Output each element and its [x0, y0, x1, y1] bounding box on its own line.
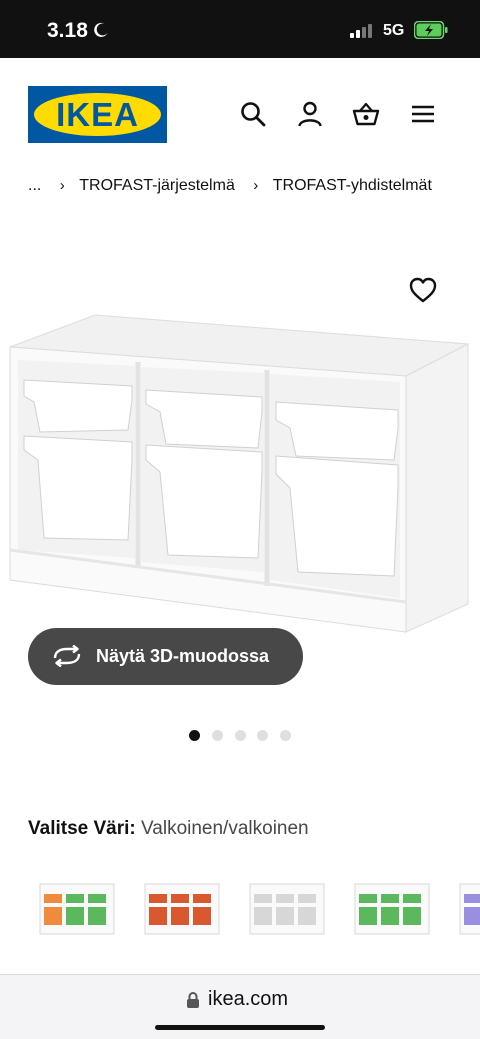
swatch-bin	[381, 894, 399, 903]
menu-icon[interactable]	[409, 100, 437, 128]
chevron-right-icon: ›	[253, 177, 259, 194]
basket-icon[interactable]	[352, 100, 380, 128]
color-heading-label: Valitse Väri:	[28, 818, 136, 839]
swatch-bin	[359, 894, 377, 903]
breadcrumb-item-trofast-yhdistelmat[interactable]: TROFAST-yhdistelmät	[273, 177, 432, 195]
color-swatch[interactable]	[248, 880, 326, 940]
swatch-bin	[298, 894, 316, 903]
breadcrumb-item-trofast-jarjestelma[interactable]: TROFAST-järjestelmä	[79, 177, 235, 195]
color-heading: Valitse Väri: Valkoinen/valkoinen	[28, 818, 309, 840]
breadcrumb: ... › TROFAST-järjestelmä › TROFAST-yhdi…	[28, 177, 432, 195]
ikea-logo[interactable]: IKEA	[28, 86, 167, 143]
status-time: 3.18	[47, 19, 88, 42]
home-indicator[interactable]	[155, 1025, 325, 1030]
swatch-bin	[359, 907, 377, 925]
browser-address-bar[interactable]: ikea.com	[0, 974, 480, 1039]
swatch-bin	[254, 894, 272, 903]
site-header: IKEA	[0, 58, 480, 168]
swatch-bin	[149, 907, 167, 925]
carousel-dot[interactable]	[235, 730, 246, 741]
account-icon[interactable]	[296, 100, 324, 128]
url-text: ikea.com	[208, 988, 289, 1010]
carousel-dot[interactable]	[257, 730, 268, 741]
swatch-bin	[171, 894, 189, 903]
carousel-dot[interactable]	[189, 730, 200, 741]
swatch-bin	[66, 907, 84, 925]
carousel-dot[interactable]	[280, 730, 291, 741]
swatch-bin	[171, 907, 189, 925]
swatch-bin	[381, 907, 399, 925]
swatch-bin	[88, 907, 106, 925]
swatch-bin	[276, 894, 294, 903]
swatch-bin	[403, 907, 421, 925]
color-swatch[interactable]	[38, 880, 116, 940]
color-swatch[interactable]	[353, 880, 431, 940]
view-3d-button[interactable]: Näytä 3D-muodossa	[28, 628, 303, 685]
battery-charging-icon	[414, 21, 448, 39]
color-heading-value: Valkoinen/valkoinen	[141, 818, 309, 839]
heart-icon[interactable]	[408, 276, 438, 304]
swatch-bin	[149, 894, 167, 903]
swatch-bin	[193, 907, 211, 925]
color-swatch[interactable]	[458, 880, 480, 940]
color-swatch[interactable]	[143, 880, 221, 940]
swatch-bin	[464, 907, 480, 925]
swatch-bin	[44, 907, 62, 925]
moon-icon	[94, 22, 108, 37]
swatch-bin	[403, 894, 421, 903]
network-label: 5G	[383, 22, 405, 39]
carousel-dot[interactable]	[212, 730, 223, 741]
swatch-bin	[88, 894, 106, 903]
swatch-bin	[298, 907, 316, 925]
lock-icon	[187, 992, 199, 1008]
swatch-bin	[464, 894, 480, 903]
search-icon[interactable]	[239, 100, 267, 128]
swatch-bin	[276, 907, 294, 925]
signal-icon	[350, 24, 372, 38]
breadcrumb-ellipsis[interactable]: ...	[28, 177, 41, 195]
swatch-bin	[254, 907, 272, 925]
rotate-3d-icon	[53, 645, 81, 667]
product-image[interactable]	[0, 310, 480, 640]
logo-text: IKEA	[56, 96, 139, 133]
chevron-right-icon: ›	[59, 177, 65, 194]
swatch-bin	[193, 894, 211, 903]
status-bar: 3.18 5G	[0, 0, 480, 58]
swatch-bin	[44, 894, 62, 903]
swatch-bin	[66, 894, 84, 903]
view-3d-label: Näytä 3D-muodossa	[96, 646, 270, 666]
